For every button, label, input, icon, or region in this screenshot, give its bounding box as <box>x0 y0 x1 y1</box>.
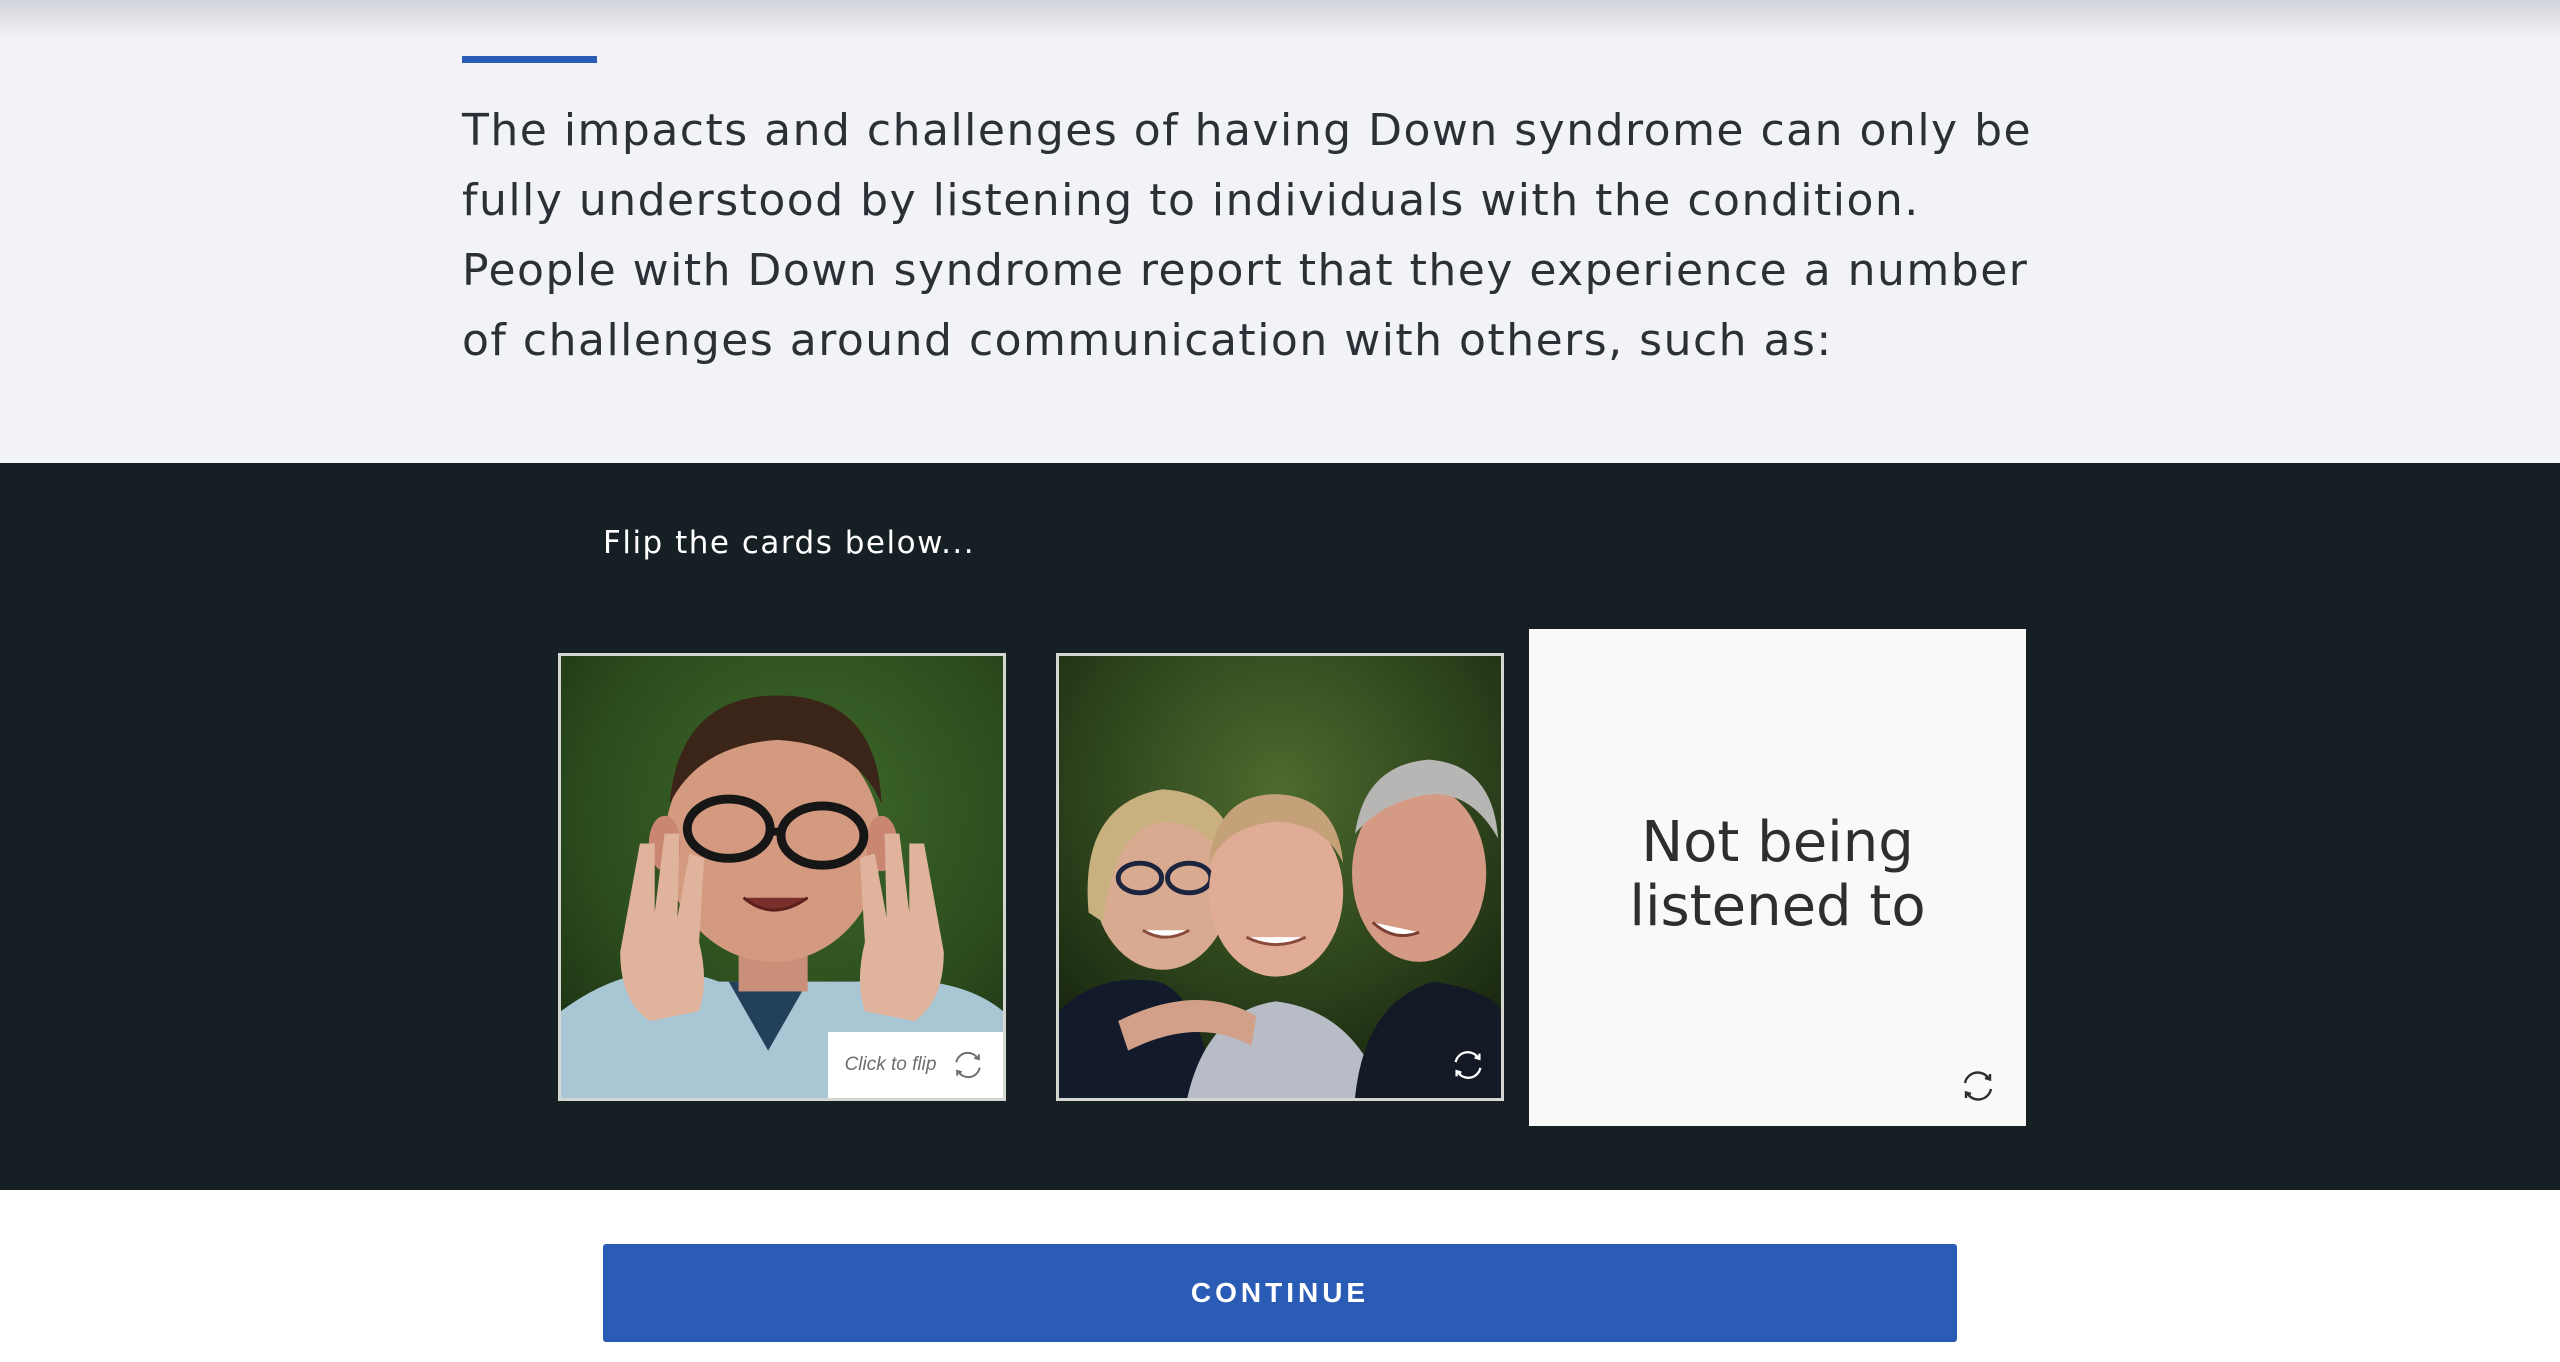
flip-icon <box>955 1051 982 1079</box>
flip-card-2[interactable] <box>1056 653 1504 1101</box>
flip-instruction: Flip the cards below... <box>603 525 976 561</box>
flip-card-1[interactable]: Click to flip <box>558 653 1006 1101</box>
intro-paragraph: The impacts and challenges of having Dow… <box>462 105 2033 366</box>
flip-icon <box>1963 1071 1993 1101</box>
flip-cards-section: Flip the cards below... Click to flip No… <box>0 463 2560 1190</box>
intro-section: The impacts and challenges of having Dow… <box>0 0 2560 463</box>
flip-icon <box>1454 1051 1482 1079</box>
continue-button[interactable]: CONTINUE <box>603 1244 1957 1342</box>
card-back-text: Not being listened to <box>1629 810 1926 939</box>
flip-hint-label: Click to flip <box>844 1054 937 1075</box>
photo-family <box>1059 656 1501 1098</box>
top-shadow <box>0 0 2560 40</box>
accent-divider <box>462 56 597 63</box>
flip-card-3[interactable]: Not being listened to <box>1529 629 2026 1126</box>
flip-hint[interactable]: Click to flip <box>828 1032 1003 1098</box>
continue-section: CONTINUE <box>0 1190 2560 1362</box>
